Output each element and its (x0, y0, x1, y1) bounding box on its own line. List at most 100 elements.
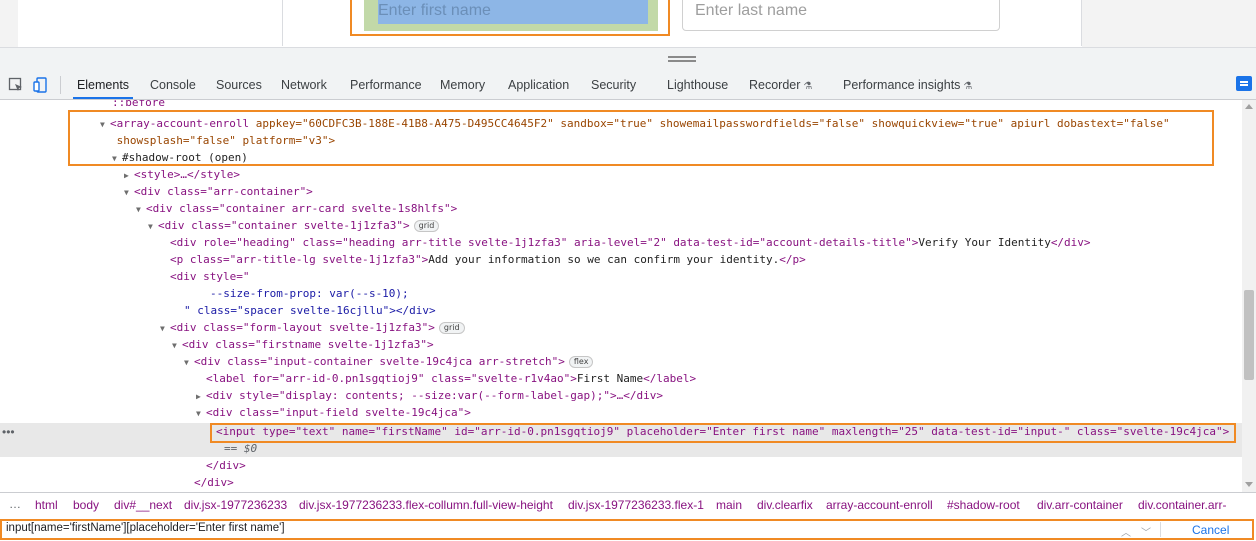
flex-badge[interactable]: flex (568, 356, 594, 368)
elements-dom-tree: ::before ▼ <array-account-enroll appkey="… (0, 100, 1242, 492)
breadcrumb-item[interactable]: array-account-enroll (826, 498, 933, 512)
experimental-flask-icon: ⚗ (803, 81, 813, 92)
node-tag: <label for="arr-id-0.pn1sgqtioj9" class=… (206, 372, 577, 385)
collapse-triangle-icon[interactable]: ▼ (184, 354, 194, 371)
collapse-triangle-icon[interactable]: ▼ (160, 320, 170, 337)
node-tag: <p class="arr-title-lg svelte-1j1zfa3"> (170, 253, 429, 266)
tree-line[interactable]: ▼ <div class="input-container svelte-19c4… (0, 353, 1242, 370)
tab-performance-insights[interactable]: Performance insights ⚗ (843, 70, 972, 99)
tree-line[interactable]: ▼ <div class="container arr-card svelte-1… (0, 200, 1242, 217)
tree-line[interactable]: ▼ <div class="input-field svelte-19c4jca"… (0, 404, 1242, 421)
node-tag: <style>…</style> (134, 168, 240, 181)
collapse-triangle-icon[interactable]: ▼ (196, 405, 206, 422)
devtools-resize-strip[interactable] (0, 48, 1256, 70)
tab-performance-insights-label: Performance insights (843, 78, 961, 92)
tree-line[interactable]: </div> (0, 457, 1242, 474)
page-preview: Enter first name Enter last name (0, 0, 1256, 47)
collapse-triangle-icon[interactable]: ▼ (124, 184, 134, 201)
tab-network[interactable]: Network (281, 70, 327, 99)
tab-security[interactable]: Security (591, 70, 636, 99)
device-toolbar-icon[interactable] (33, 77, 49, 93)
collapse-triangle-icon[interactable]: ▼ (148, 218, 158, 235)
tree-line[interactable]: <p class="arr-title-lg svelte-1j1zfa3">A… (0, 251, 1242, 268)
node-tag: <array-account-enroll (110, 117, 250, 130)
tree-line[interactable]: ▼ <div class="form-layout svelte-1j1zfa3"… (0, 319, 1242, 336)
breadcrumb-item[interactable]: main (716, 498, 742, 512)
breadcrumb-item[interactable]: html (35, 498, 58, 512)
tab-elements[interactable]: Elements (73, 70, 133, 99)
node-text: Verify Your Identity (918, 236, 1051, 249)
tab-recorder-label: Recorder (749, 78, 801, 92)
expand-triangle-icon[interactable]: ▶ (196, 388, 206, 405)
tree-line-selected-ref[interactable]: == $0 (0, 440, 1242, 457)
tree-line[interactable]: ▼ <div class="container svelte-1j1zfa3"> g… (0, 217, 1242, 234)
tab-sources[interactable]: Sources (216, 70, 262, 99)
scroll-down-icon[interactable] (1245, 482, 1253, 487)
tree-line[interactable]: --size-from-prop: var(--s-10); (0, 285, 1242, 302)
more-options-icon[interactable]: ••• (2, 425, 15, 439)
grid-badge[interactable]: grid (438, 322, 465, 334)
first-name-input[interactable]: Enter first name (378, 0, 648, 24)
tree-line[interactable]: <div style=" (0, 268, 1242, 285)
breadcrumb-item[interactable]: body (73, 498, 99, 512)
collapse-triangle-icon[interactable]: ▼ (100, 116, 110, 133)
preview-left-gutter (0, 0, 18, 47)
tab-lighthouse[interactable]: Lighthouse (667, 70, 728, 99)
breadcrumb-item[interactable]: div.jsx-1977236233.flex-collumn.full-vie… (299, 498, 553, 512)
search-next-icon[interactable]: ﹀ (1141, 524, 1151, 539)
experimental-flask-icon: ⚗ (963, 81, 973, 92)
tree-line[interactable]: <label for="arr-id-0.pn1sgqtioj9" class=… (0, 370, 1242, 387)
search-previous-icon[interactable]: ︿ (1121, 524, 1131, 539)
tree-line-selected-input[interactable]: <input type="text" name="firstName" id="… (0, 423, 1242, 440)
tree-line[interactable]: ▶ <style>…</style> (0, 166, 1242, 183)
node-close-tag: </label> (643, 372, 697, 385)
preview-right-gutter (1082, 0, 1256, 47)
breadcrumb-item[interactable]: div.jsx-1977236233.flex-1 (568, 498, 704, 512)
tab-console[interactable]: Console (150, 70, 196, 99)
tree-line[interactable]: ::before (0, 100, 1242, 111)
feedback-chat-icon[interactable] (1236, 76, 1252, 91)
collapse-triangle-icon[interactable]: ▼ (136, 201, 146, 218)
breadcrumb-item[interactable]: div.arr-container (1037, 498, 1123, 512)
node-tag: <div style="display: contents; --size:va… (206, 389, 663, 402)
shadow-root-label: #shadow-root (open) (122, 151, 248, 164)
last-name-input[interactable]: Enter last name (682, 0, 1000, 31)
collapse-triangle-icon[interactable]: ▼ (112, 150, 122, 167)
tab-memory[interactable]: Memory (440, 70, 485, 99)
breadcrumb-item[interactable]: div.jsx-1977236233 (184, 498, 287, 512)
first-name-placeholder: Enter first name (378, 2, 491, 19)
scroll-up-icon[interactable] (1245, 104, 1253, 109)
first-name-highlight: Enter first name (350, 0, 670, 36)
node-attributes: appkey="60CDFC3B-188E-41B8-A475-D495CC46… (249, 117, 1170, 130)
inspect-element-icon[interactable] (8, 77, 24, 93)
expand-triangle-icon[interactable]: ▶ (124, 167, 134, 184)
tree-line[interactable]: </div> (0, 474, 1242, 491)
search-input[interactable]: input[name='firstName'][placeholder='Ent… (6, 522, 285, 534)
breadcrumb-item[interactable]: #shadow-root (947, 498, 1020, 512)
breadcrumb-item[interactable]: div.container.arr- (1138, 498, 1226, 512)
drag-handle-icon[interactable] (668, 56, 696, 62)
breadcrumb-item[interactable]: div.clearfix (757, 498, 813, 512)
breadcrumb: … html body div#__next div.jsx-197723623… (0, 492, 1256, 518)
tree-line-shadow-root[interactable]: ▼ #shadow-root (open) (0, 149, 1242, 166)
grid-badge[interactable]: grid (413, 220, 440, 232)
collapse-triangle-icon[interactable]: ▼ (172, 337, 182, 354)
tree-line[interactable]: " class="spacer svelte-16cjllu"></div> (0, 302, 1242, 319)
node-close-tag: </div> (206, 459, 246, 472)
tree-line[interactable]: showsplash="false" platform="v3"> (0, 132, 1242, 149)
node-attributes: " class="spacer svelte-16cjllu"></div> (184, 304, 436, 317)
cancel-button[interactable]: Cancel (1192, 523, 1229, 537)
tab-application[interactable]: Application (508, 70, 569, 99)
node-tag: <div class="firstname svelte-1j1zfa3"> (182, 338, 434, 351)
tree-line[interactable]: ▼ <div class="firstname svelte-1j1zfa3"> (0, 336, 1242, 353)
tab-performance[interactable]: Performance (350, 70, 422, 99)
tab-recorder[interactable]: Recorder ⚗ (749, 70, 812, 99)
tree-line[interactable]: ▶ <div style="display: contents; --size:v… (0, 387, 1242, 404)
scrollbar-thumb[interactable] (1244, 290, 1254, 380)
breadcrumb-item[interactable]: div#__next (114, 498, 172, 512)
tree-line-array-account-enroll[interactable]: ▼ <array-account-enroll appkey="60CDFC3B-… (0, 115, 1242, 132)
node-close-tag: </div> (194, 476, 234, 489)
tree-line[interactable]: ▼ <div class="arr-container"> (0, 183, 1242, 200)
tree-line[interactable]: <div role="heading" class="heading arr-t… (0, 234, 1242, 251)
breadcrumb-overflow-icon[interactable]: … (9, 497, 21, 511)
